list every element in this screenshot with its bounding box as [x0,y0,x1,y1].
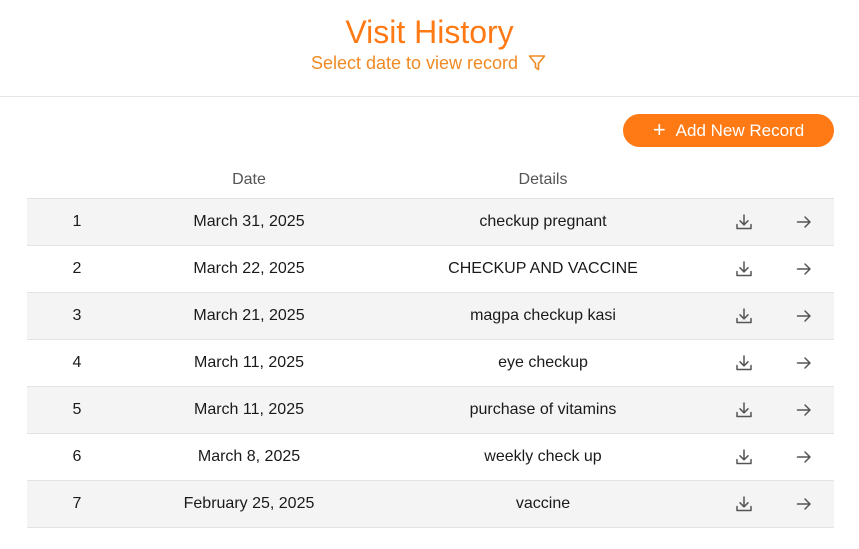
arrow-right-icon[interactable] [789,434,819,480]
download-icon[interactable] [729,199,759,245]
visit-history-table: Date Details 1 March 31, 2025 checkup preg… [27,163,834,528]
add-new-record-button[interactable]: + Add New Record [623,114,834,147]
row-number: 5 [72,401,82,418]
plus-icon: + [652,116,666,142]
table-row[interactable]: 5 March 11, 2025 purchase of vitamins [27,387,834,434]
column-header-date: Date [232,171,266,188]
date-filter[interactable]: Select date to view record [0,51,859,75]
row-details: eye checkup [498,354,588,371]
row-date: March 22, 2025 [193,260,305,277]
column-header-details: Details [518,171,568,188]
arrow-right-icon[interactable] [789,293,819,339]
row-date: March 31, 2025 [193,213,305,230]
table-header: Date Details [27,163,834,199]
table-row[interactable]: 3 March 21, 2025 magpa checkup kasi [27,293,834,340]
download-icon[interactable] [729,434,759,480]
row-number: 6 [72,448,82,465]
row-date: February 25, 2025 [183,495,315,512]
row-details: vaccine [515,495,571,512]
filter-icon[interactable] [526,52,548,74]
row-number: 1 [72,213,82,230]
page-header: Visit History Select date to view record [0,0,859,97]
table-row[interactable]: 2 March 22, 2025 CHECKUP AND VACCINE [27,246,834,293]
add-new-record-label: Add New Record [675,120,805,140]
arrow-right-icon[interactable] [789,246,819,292]
table-row[interactable]: 6 March 8, 2025 weekly check up [27,434,834,481]
row-number: 3 [72,307,82,324]
page-title: Visit History [345,14,514,50]
table-row[interactable]: 1 March 31, 2025 checkup pregnant [27,199,834,246]
arrow-right-icon[interactable] [789,199,819,245]
row-details: magpa checkup kasi [470,307,616,324]
download-icon[interactable] [729,387,759,433]
table-body: 1 March 31, 2025 checkup pregnant 2 March 22… [27,199,834,528]
row-date: March 11, 2025 [194,354,304,371]
row-details: weekly check up [484,448,602,465]
row-details: purchase of vitamins [469,401,617,418]
row-date: March 11, 2025 [194,401,304,418]
download-icon[interactable] [729,293,759,339]
table-row[interactable]: 4 March 11, 2025 eye checkup [27,340,834,387]
download-icon[interactable] [729,340,759,386]
arrow-right-icon[interactable] [789,387,819,433]
row-number: 4 [72,354,82,371]
page-subtitle[interactable]: Select date to view record [311,53,518,74]
row-date: March 8, 2025 [197,448,301,465]
arrow-right-icon[interactable] [789,481,819,527]
row-number: 7 [72,495,82,512]
table-row[interactable]: 7 February 25, 2025 vaccine [27,481,834,528]
download-icon[interactable] [729,246,759,292]
row-details: checkup pregnant [479,213,607,230]
arrow-right-icon[interactable] [789,340,819,386]
row-number: 2 [72,260,82,277]
row-date: March 21, 2025 [193,307,305,324]
row-details: CHECKUP AND VACCINE [448,260,638,277]
download-icon[interactable] [729,481,759,527]
